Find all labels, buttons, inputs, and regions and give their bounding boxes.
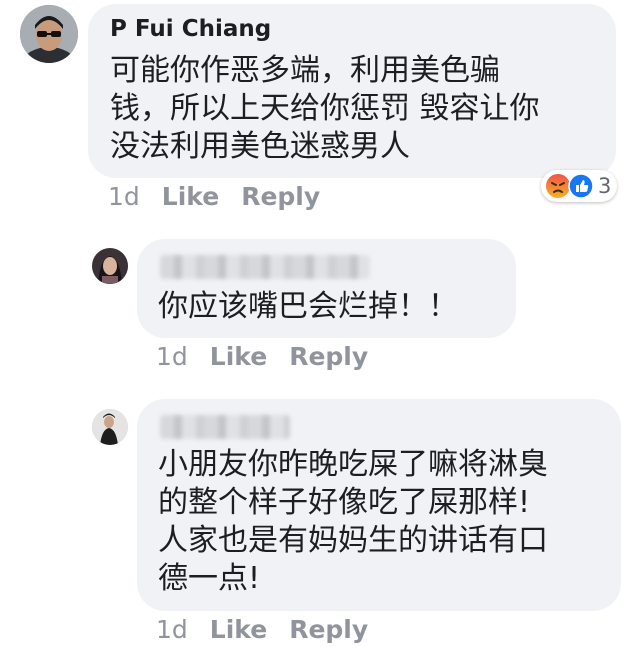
reply-button[interactable]: Reply xyxy=(241,182,320,211)
avatar-photo xyxy=(92,248,128,284)
like-icon xyxy=(568,173,594,199)
reply-button[interactable]: Reply xyxy=(289,615,368,644)
comment-text-line: 的整个样子好像吃了屎那样! xyxy=(158,485,531,520)
comment-text-line: 人家也是有妈妈生的讲话有口 xyxy=(158,523,548,558)
comment-meta: 1d Like Reply xyxy=(156,342,368,371)
like-button[interactable]: Like xyxy=(162,182,219,211)
redacted-author-name xyxy=(160,415,290,439)
comment-text-line: 钱，所以上天给你惩罚 毁容让你 xyxy=(110,91,540,126)
comment-time: 1d xyxy=(156,615,188,644)
reactions-summary[interactable]: 3 xyxy=(541,170,618,202)
comment-time: 1d xyxy=(156,342,188,371)
reactions-count: 3 xyxy=(598,174,612,198)
avatar[interactable] xyxy=(92,248,128,284)
redacted-author-name xyxy=(160,255,370,279)
comment-text-line: 你应该嘴巴会烂掉！！ xyxy=(158,289,458,324)
comment-text-line: 没法利用美色迷惑男人 xyxy=(110,129,410,164)
avatar-photo xyxy=(92,409,128,445)
avatar[interactable] xyxy=(20,5,78,63)
avatar[interactable] xyxy=(92,409,128,445)
like-button[interactable]: Like xyxy=(210,615,267,644)
comment-text-line: 小朋友你昨晚吃屎了嘛将淋臭 xyxy=(158,447,548,482)
comment-text-line: 可能你作恶多端，利用美色骗 xyxy=(110,53,500,88)
comment-author[interactable]: P Fui Chiang xyxy=(110,16,271,42)
avatar-photo xyxy=(20,5,78,63)
comment-text-line: 德一点! xyxy=(158,561,261,596)
reply-button[interactable]: Reply xyxy=(289,342,368,371)
comment-meta: 1d Like Reply xyxy=(108,182,320,211)
comment-time: 1d xyxy=(108,182,140,211)
comment-meta: 1d Like Reply xyxy=(156,615,368,644)
like-button[interactable]: Like xyxy=(210,342,267,371)
